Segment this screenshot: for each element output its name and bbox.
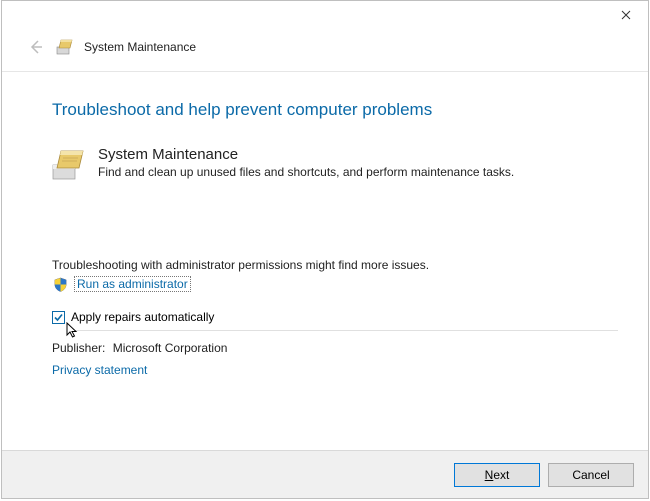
header-title: System Maintenance [84, 40, 196, 54]
publisher-row: Publisher: Microsoft Corporation [52, 341, 618, 355]
publisher-label: Publisher: [52, 341, 105, 355]
run-as-admin-row: Run as administrator [52, 276, 618, 292]
admin-permissions-note: Troubleshooting with administrator permi… [52, 258, 618, 272]
titlebar [2, 1, 648, 33]
divider [72, 330, 618, 331]
publisher-value: Microsoft Corporation [113, 341, 228, 355]
back-button [26, 37, 46, 57]
apply-repairs-label: Apply repairs automatically [71, 310, 214, 324]
troubleshooter-info: System Maintenance Find and clean up unu… [52, 146, 618, 180]
system-maintenance-header-icon [56, 38, 74, 56]
troubleshooter-name: System Maintenance [98, 146, 514, 163]
page-heading: Troubleshoot and help prevent computer p… [52, 100, 618, 120]
apply-repairs-checkbox[interactable] [52, 311, 65, 324]
troubleshooter-description: Find and clean up unused files and short… [98, 165, 514, 179]
next-button[interactable]: Next [454, 463, 540, 487]
troubleshooter-text: System Maintenance Find and clean up unu… [98, 146, 514, 180]
content-area: Troubleshoot and help prevent computer p… [2, 72, 648, 377]
back-arrow-icon [27, 38, 45, 56]
system-maintenance-icon [52, 146, 86, 180]
cancel-button[interactable]: Cancel [548, 463, 634, 487]
uac-shield-icon [52, 276, 68, 292]
troubleshooter-window: System Maintenance Troubleshoot and help… [1, 0, 649, 499]
close-button[interactable] [604, 1, 648, 29]
footer: Next Cancel [2, 450, 648, 498]
close-icon [621, 10, 631, 20]
privacy-statement-link[interactable]: Privacy statement [52, 363, 618, 377]
header-bar: System Maintenance [2, 33, 648, 72]
apply-repairs-row: Apply repairs automatically [52, 310, 618, 324]
cursor-icon [66, 322, 80, 340]
run-as-administrator-link[interactable]: Run as administrator [74, 276, 191, 292]
